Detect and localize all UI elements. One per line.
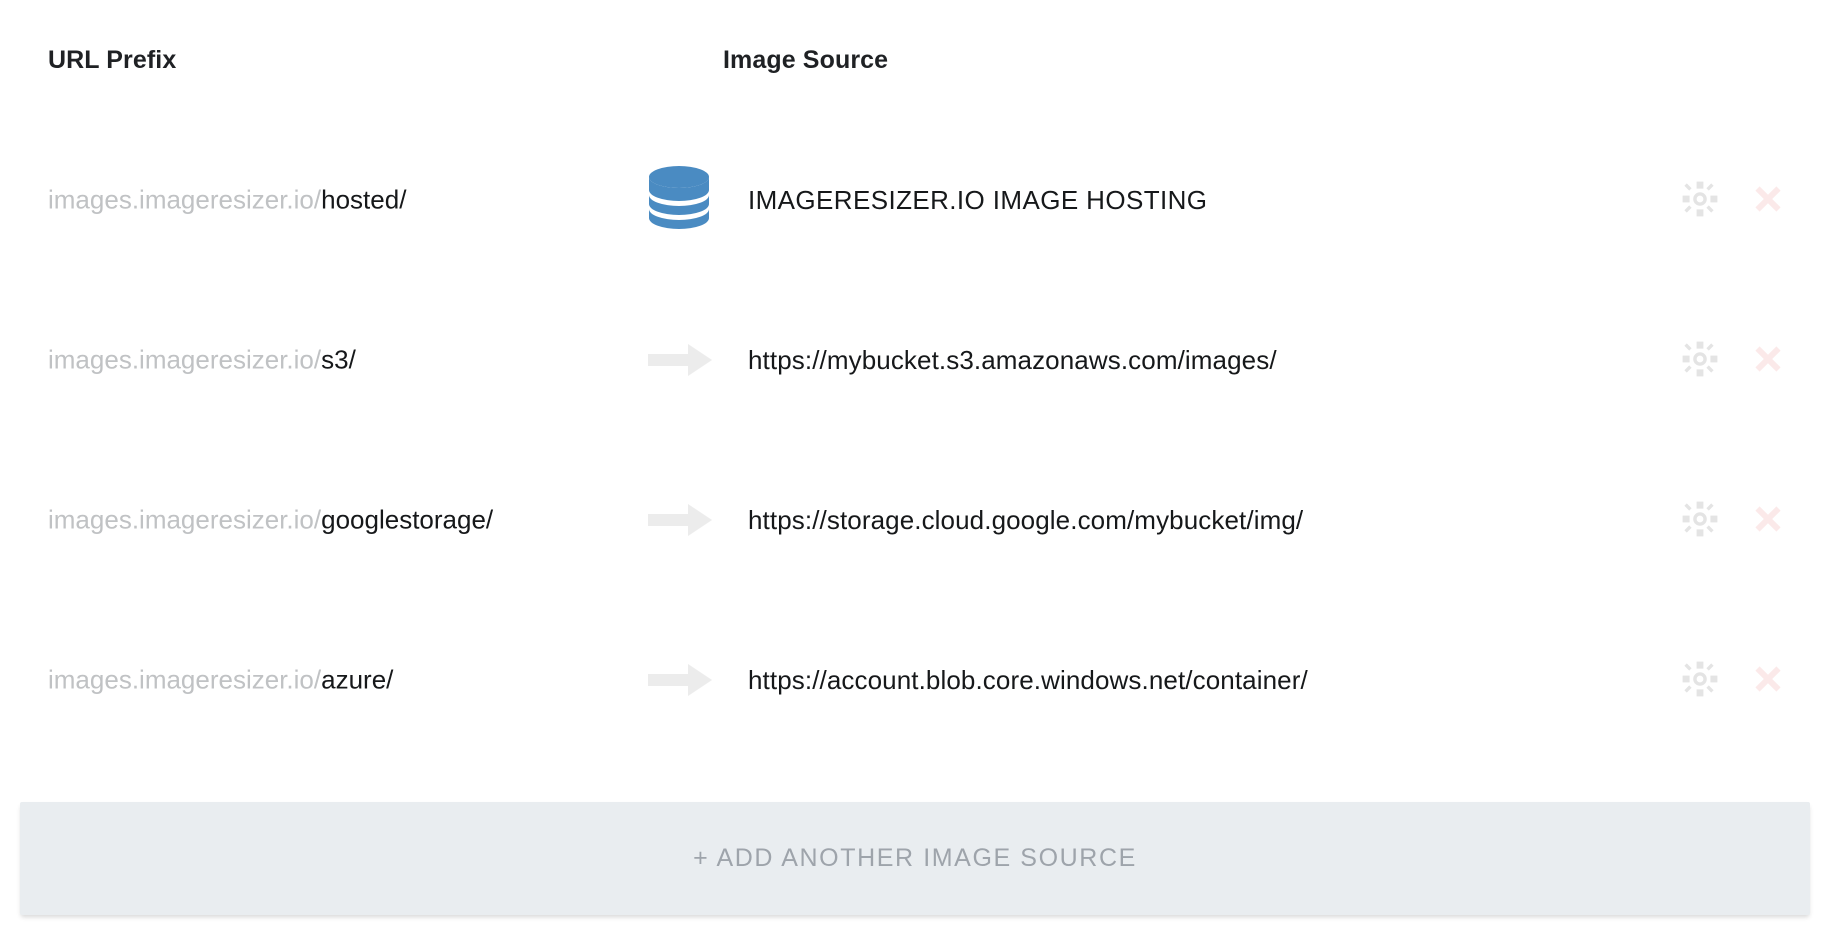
row-actions: [1678, 498, 1790, 542]
column-header-url-prefix: URL Prefix: [48, 46, 177, 74]
gear-icon: [1680, 339, 1720, 382]
url-prefix-slug: azure/: [321, 664, 394, 695]
add-another-image-source-button[interactable]: + ADD ANOTHER IMAGE SOURCE: [20, 802, 1810, 915]
image-source-value: https://mybucket.s3.amazonaws.com/images…: [748, 344, 1277, 375]
url-prefix-base: images.imageresizer.io/: [48, 504, 322, 535]
url-prefix-cell: images.imageresizer.io/googlestorage/: [48, 504, 493, 535]
image-source-value: IMAGERESIZER.IO IMAGE HOSTING: [748, 184, 1208, 215]
table-row: images.imageresizer.io/azure/https://acc…: [0, 600, 1834, 760]
url-prefix-cell: images.imageresizer.io/azure/: [48, 664, 393, 695]
url-prefix-slug: s3/: [321, 344, 356, 375]
url-prefix-cell: images.imageresizer.io/hosted/: [48, 184, 406, 215]
url-prefix-cell: images.imageresizer.io/s3/: [48, 344, 356, 375]
row-actions: [1678, 338, 1790, 382]
image-sources-panel: URL Prefix Image Source images.imageresi…: [0, 0, 1834, 942]
row-remove-button[interactable]: [1746, 178, 1790, 222]
row-remove-button[interactable]: [1746, 338, 1790, 382]
row-actions: [1678, 178, 1790, 222]
url-prefix-base: images.imageresizer.io/: [48, 664, 322, 695]
image-source-value: https://account.blob.core.windows.net/co…: [748, 664, 1308, 695]
image-source-list: images.imageresizer.io/hosted/IMAGERESIZ…: [0, 120, 1834, 760]
arrow-right-icon: [640, 485, 748, 555]
row-settings-button[interactable]: [1678, 338, 1722, 382]
row-remove-button[interactable]: [1746, 658, 1790, 702]
close-x-icon: [1750, 341, 1786, 380]
close-x-icon: [1750, 181, 1786, 220]
gear-icon: [1680, 499, 1720, 542]
url-prefix-slug: hosted/: [321, 184, 407, 215]
image-source-cell: https://mybucket.s3.amazonaws.com/images…: [640, 320, 1277, 400]
table-row: images.imageresizer.io/googlestorage/htt…: [0, 440, 1834, 600]
column-header-image-source: Image Source: [723, 46, 889, 74]
database-icon: [640, 165, 748, 235]
url-prefix-slug: googlestorage/: [321, 504, 494, 535]
url-prefix-base: images.imageresizer.io/: [48, 344, 322, 375]
image-source-cell: https://storage.cloud.google.com/mybucke…: [640, 480, 1303, 560]
row-settings-button[interactable]: [1678, 178, 1722, 222]
table-header: URL Prefix Image Source: [0, 46, 1834, 86]
add-another-image-source-label: + ADD ANOTHER IMAGE SOURCE: [693, 844, 1137, 872]
row-settings-button[interactable]: [1678, 658, 1722, 702]
close-x-icon: [1750, 661, 1786, 700]
gear-icon: [1680, 179, 1720, 222]
gear-icon: [1680, 659, 1720, 702]
url-prefix-base: images.imageresizer.io/: [48, 184, 322, 215]
image-source-value: https://storage.cloud.google.com/mybucke…: [748, 504, 1304, 535]
table-row: images.imageresizer.io/s3/https://mybuck…: [0, 280, 1834, 440]
image-source-cell: https://account.blob.core.windows.net/co…: [640, 640, 1308, 720]
arrow-right-icon: [640, 325, 748, 395]
arrow-right-icon: [640, 645, 748, 715]
row-actions: [1678, 658, 1790, 702]
close-x-icon: [1750, 501, 1786, 540]
table-row: images.imageresizer.io/hosted/IMAGERESIZ…: [0, 120, 1834, 280]
image-source-cell: IMAGERESIZER.IO IMAGE HOSTING: [640, 160, 1207, 240]
row-settings-button[interactable]: [1678, 498, 1722, 542]
row-remove-button[interactable]: [1746, 498, 1790, 542]
